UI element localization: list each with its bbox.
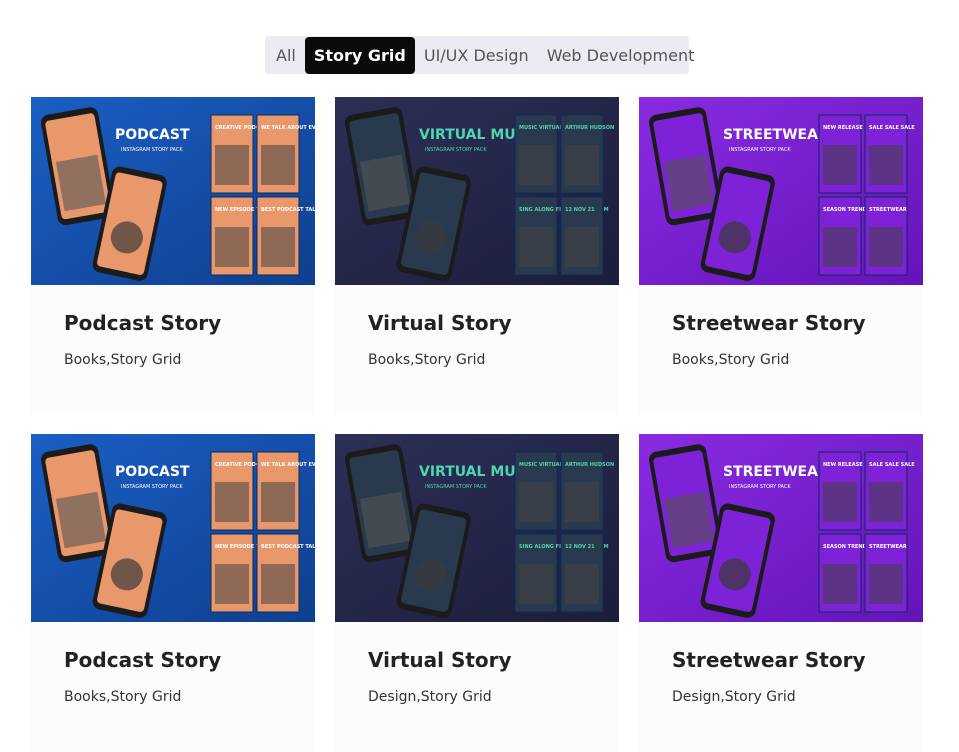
portfolio-card[interactable]: STREETWEAR INSTAGRAM STORY PACK NEW RELEAS… bbox=[639, 97, 923, 415]
story-tile: STREETWEAR bbox=[864, 533, 908, 613]
portfolio-card[interactable]: STREETWEAR INSTAGRAM STORY PACK NEW RELEAS… bbox=[639, 434, 923, 752]
card-tags: Books,Story Grid bbox=[64, 352, 182, 368]
card-title[interactable]: Podcast Story bbox=[64, 648, 221, 672]
portfolio-card[interactable]: VIRTUAL MUSIC INSTAGRAM STORY PACK MUSIC V… bbox=[335, 434, 619, 752]
story-tile-text: WE TALK ABOUT EVERYTHING bbox=[261, 125, 315, 131]
story-tile-text: SALE SALE SALE bbox=[869, 125, 915, 131]
story-tile-text: WE TALK ABOUT EVERYTHING bbox=[261, 462, 315, 468]
story-thumbnail: PODCASTINSTAGRAM STORY PACKCREATIVE PODC… bbox=[31, 434, 315, 622]
story-thumbnail: PODCASTINSTAGRAM STORY PACKCREATIVE PODC… bbox=[31, 97, 315, 285]
story-tile-text: 12 NOV 21 bbox=[565, 207, 595, 213]
story-headline: STREETWEAR bbox=[723, 464, 829, 480]
story-tile-text: SEASON TREND bbox=[823, 544, 867, 550]
story-tile-text: SEASON TREND bbox=[823, 207, 867, 213]
portfolio-card[interactable]: VIRTUAL MUSIC INSTAGRAM STORY PACK MUSIC V… bbox=[335, 97, 619, 415]
filter-all[interactable]: All bbox=[267, 37, 305, 74]
story-tile: SEASON TREND bbox=[818, 196, 867, 276]
story-subhead: INSTAGRAM STORY PACK bbox=[425, 147, 487, 153]
story-tile: 12 NOV 21 bbox=[560, 533, 604, 613]
story-tile-text: 12 NOV 21 bbox=[565, 544, 595, 550]
portfolio-card[interactable]: PODCAST INSTAGRAM STORY PACK CREATIVE PODC… bbox=[31, 97, 315, 415]
card-title[interactable]: Podcast Story bbox=[64, 311, 221, 335]
story-subhead: INSTAGRAM STORY PACK bbox=[729, 147, 791, 153]
filter-web-development[interactable]: Web Development bbox=[538, 37, 704, 74]
card-thumbnail[interactable]: PODCAST INSTAGRAM STORY PACK CREATIVE PODC… bbox=[31, 97, 315, 285]
card-thumbnail[interactable]: STREETWEAR INSTAGRAM STORY PACK NEW RELEAS… bbox=[639, 97, 923, 285]
story-headline: PODCAST bbox=[115, 127, 190, 143]
story-tile-text: NEW RELEASE bbox=[823, 125, 863, 131]
card-thumbnail[interactable]: VIRTUAL MUSIC INSTAGRAM STORY PACK MUSIC V… bbox=[335, 434, 619, 622]
card-thumbnail[interactable]: VIRTUAL MUSIC INSTAGRAM STORY PACK MUSIC V… bbox=[335, 97, 619, 285]
card-tags: Books,Story Grid bbox=[368, 352, 486, 368]
filter-story-grid[interactable]: Story Grid bbox=[304, 36, 415, 74]
story-subhead: INSTAGRAM STORY PACK bbox=[121, 484, 183, 490]
card-title[interactable]: Virtual Story bbox=[368, 648, 512, 672]
filter-bar: All Story Grid UI/UX Design Web Developm… bbox=[265, 36, 694, 74]
story-thumbnail: STREETWEAR INSTAGRAM STORY PACK NEW RELEAS… bbox=[639, 97, 923, 285]
card-title[interactable]: Streetwear Story bbox=[672, 311, 866, 335]
card-tags: Books,Story Grid bbox=[64, 689, 182, 705]
story-thumbnail: STREETWEAR INSTAGRAM STORY PACK NEW RELEAS… bbox=[639, 434, 923, 622]
story-tile: STREETWEAR bbox=[864, 196, 908, 276]
story-tile: NEW RELEASE bbox=[818, 451, 863, 531]
story-tile-text: BEST PODCAST TALKS bbox=[261, 207, 315, 213]
filter-ui-ux-design[interactable]: UI/UX Design bbox=[415, 37, 538, 74]
card-tags: Books,Story Grid bbox=[672, 352, 790, 368]
card-title[interactable]: Streetwear Story bbox=[672, 648, 866, 672]
story-headline: PODCAST bbox=[115, 464, 190, 480]
card-tags: Design,Story Grid bbox=[672, 689, 796, 705]
story-tile: NEW RELEASE bbox=[818, 114, 863, 194]
story-subhead: INSTAGRAM STORY PACK bbox=[425, 484, 487, 490]
card-title[interactable]: Virtual Story bbox=[368, 311, 512, 335]
portfolio-card[interactable]: PODCAST INSTAGRAM STORY PACK CREATIVE PODC… bbox=[31, 434, 315, 752]
story-tile-text: ARTHUR HUDSON bbox=[565, 125, 614, 131]
story-tile-text: BEST PODCAST TALKS bbox=[261, 544, 315, 550]
story-tile: SEASON TREND bbox=[818, 533, 867, 613]
story-headline: STREETWEAR bbox=[723, 127, 829, 143]
story-subhead: INSTAGRAM STORY PACK bbox=[121, 147, 183, 153]
story-tile-text: STREETWEAR bbox=[869, 207, 907, 213]
card-thumbnail[interactable]: PODCAST INSTAGRAM STORY PACK CREATIVE PODC… bbox=[31, 434, 315, 622]
story-tile-text: ARTHUR HUDSON bbox=[565, 462, 614, 468]
story-subhead: INSTAGRAM STORY PACK bbox=[729, 484, 791, 490]
story-tile-text: STREETWEAR bbox=[869, 544, 907, 550]
card-tags: Design,Story Grid bbox=[368, 689, 492, 705]
story-tile-text: NEW RELEASE bbox=[823, 462, 863, 468]
story-tile-text: SALE SALE SALE bbox=[869, 462, 915, 468]
card-thumbnail[interactable]: STREETWEAR INSTAGRAM STORY PACK NEW RELEAS… bbox=[639, 434, 923, 622]
story-thumbnail: VIRTUAL MUSICINSTAGRAM STORY PACKMUSIC V… bbox=[335, 97, 619, 285]
story-thumbnail: VIRTUAL MUSICINSTAGRAM STORY PACKMUSIC V… bbox=[335, 434, 619, 622]
story-tile: 12 NOV 21 bbox=[560, 196, 604, 276]
